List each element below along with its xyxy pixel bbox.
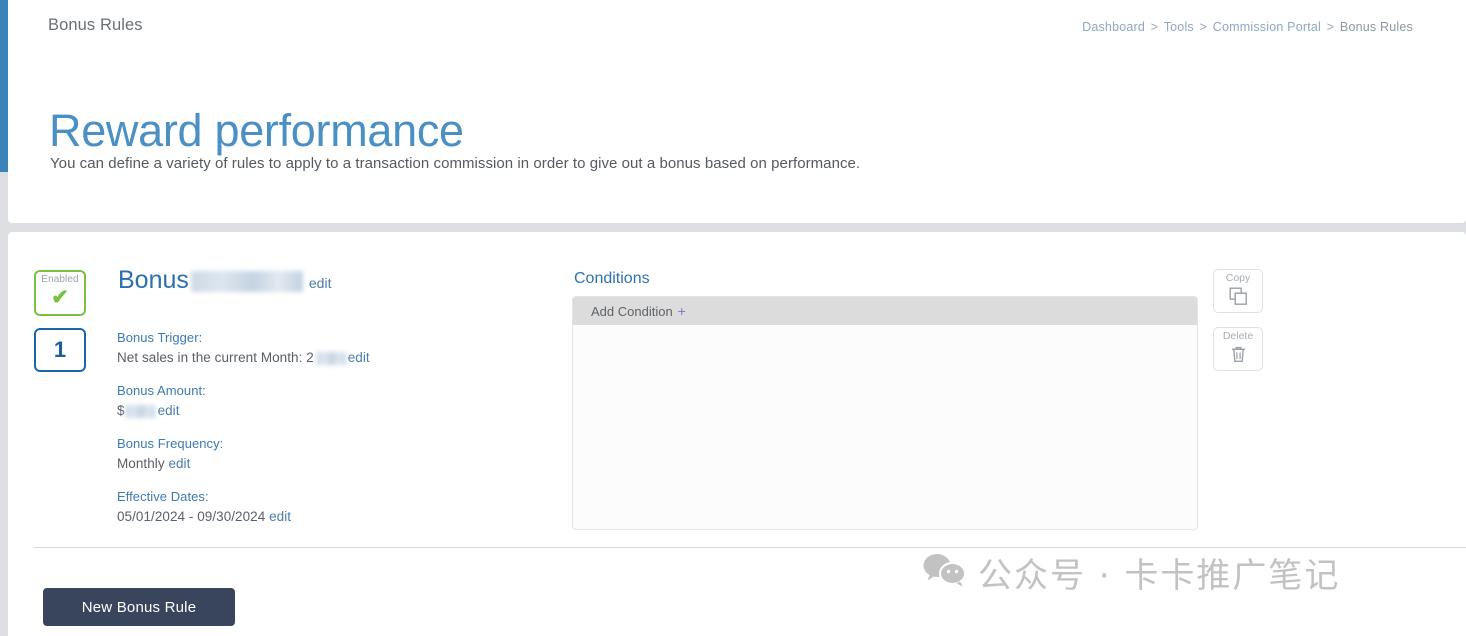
rule-number-badge: 1 bbox=[34, 328, 86, 372]
edit-bonus-amount-link[interactable]: edit bbox=[158, 403, 180, 418]
add-condition-label: Add Condition bbox=[591, 303, 673, 319]
field-label: Bonus Amount: bbox=[117, 383, 206, 398]
field-label: Bonus Frequency: bbox=[117, 436, 224, 451]
status-badge-enabled[interactable]: Enabled ✔ bbox=[34, 270, 86, 316]
conditions-section: Conditions Add Condition + bbox=[572, 270, 1198, 530]
header-card: Bonus Rules Dashboard > Tools > Commissi… bbox=[8, 0, 1466, 223]
page-subtitle: You can define a variety of rules to app… bbox=[50, 155, 861, 172]
field-value-text: Net sales in the current Month: 2 bbox=[117, 350, 314, 365]
breadcrumb-item-bonus-rules: Bonus Rules bbox=[1339, 20, 1413, 34]
bonus-rule-row: Enabled ✔ 1 Bonus edit Bonus Trigger: Net… bbox=[8, 232, 1466, 547]
edit-rule-name-link[interactable]: edit bbox=[309, 275, 332, 291]
check-icon: ✔ bbox=[51, 286, 69, 309]
field-value-text: $ bbox=[117, 403, 125, 418]
redacted-amount-value bbox=[124, 404, 155, 418]
breadcrumb-item-tools[interactable]: Tools bbox=[1164, 20, 1194, 34]
copy-icon bbox=[1214, 287, 1262, 310]
field-value: 05/01/2024 - 09/30/2024 edit bbox=[117, 509, 291, 524]
conditions-panel: Add Condition + bbox=[572, 296, 1198, 530]
breadcrumb-item-commission-portal[interactable]: Commission Portal bbox=[1213, 20, 1321, 34]
field-value-text: 05/01/2024 - 09/30/2024 bbox=[117, 509, 266, 524]
field-value: Net sales in the current Month: 2 edit bbox=[117, 350, 370, 365]
field-bonus-amount: Bonus Amount: $ edit bbox=[117, 383, 206, 420]
status-badge-label: Enabled bbox=[41, 274, 79, 285]
redacted-rule-name bbox=[190, 270, 303, 292]
rule-title-text: Bonus bbox=[118, 266, 189, 294]
breadcrumb-separator: > bbox=[1326, 20, 1335, 34]
field-effective-dates: Effective Dates: 05/01/2024 - 09/30/2024… bbox=[117, 489, 291, 526]
breadcrumb-item-dashboard[interactable]: Dashboard bbox=[1082, 20, 1145, 34]
copy-button-label: Copy bbox=[1225, 272, 1251, 284]
field-value: Monthly edit bbox=[117, 456, 190, 471]
field-value-text: Monthly bbox=[117, 456, 165, 471]
conditions-title: Conditions bbox=[574, 270, 650, 287]
section-divider bbox=[34, 547, 1466, 548]
field-label: Effective Dates: bbox=[117, 489, 209, 504]
edit-bonus-frequency-link[interactable]: edit bbox=[168, 456, 190, 471]
breadcrumb-separator: > bbox=[1150, 20, 1159, 34]
add-condition-button[interactable]: Add Condition + bbox=[573, 297, 1197, 325]
trash-icon bbox=[1214, 345, 1262, 368]
rule-title: Bonus edit bbox=[118, 266, 331, 295]
page-kicker: Bonus Rules bbox=[48, 16, 143, 34]
delete-button[interactable]: Delete bbox=[1213, 327, 1263, 371]
page-title: Reward performance bbox=[49, 105, 464, 157]
edit-effective-dates-link[interactable]: edit bbox=[269, 509, 291, 524]
plus-icon: + bbox=[677, 303, 686, 319]
edit-bonus-trigger-link[interactable]: edit bbox=[348, 350, 370, 365]
copy-button[interactable]: Copy bbox=[1213, 269, 1263, 313]
delete-button-label: Delete bbox=[1222, 330, 1254, 342]
new-bonus-rule-button[interactable]: New Bonus Rule bbox=[43, 588, 235, 626]
field-label: Bonus Trigger: bbox=[117, 330, 203, 345]
rules-card: Enabled ✔ 1 Bonus edit Bonus Trigger: Net… bbox=[8, 232, 1466, 636]
field-bonus-frequency: Bonus Frequency: Monthly edit bbox=[117, 436, 223, 473]
field-bonus-trigger: Bonus Trigger: Net sales in the current … bbox=[117, 330, 370, 367]
field-value: $ edit bbox=[117, 403, 180, 418]
breadcrumb-separator: > bbox=[1199, 20, 1208, 34]
redacted-trigger-value bbox=[315, 351, 346, 365]
page-root: Bonus Rules Dashboard > Tools > Commissi… bbox=[0, 0, 1466, 636]
breadcrumb: Dashboard > Tools > Commission Portal > … bbox=[1082, 20, 1413, 34]
